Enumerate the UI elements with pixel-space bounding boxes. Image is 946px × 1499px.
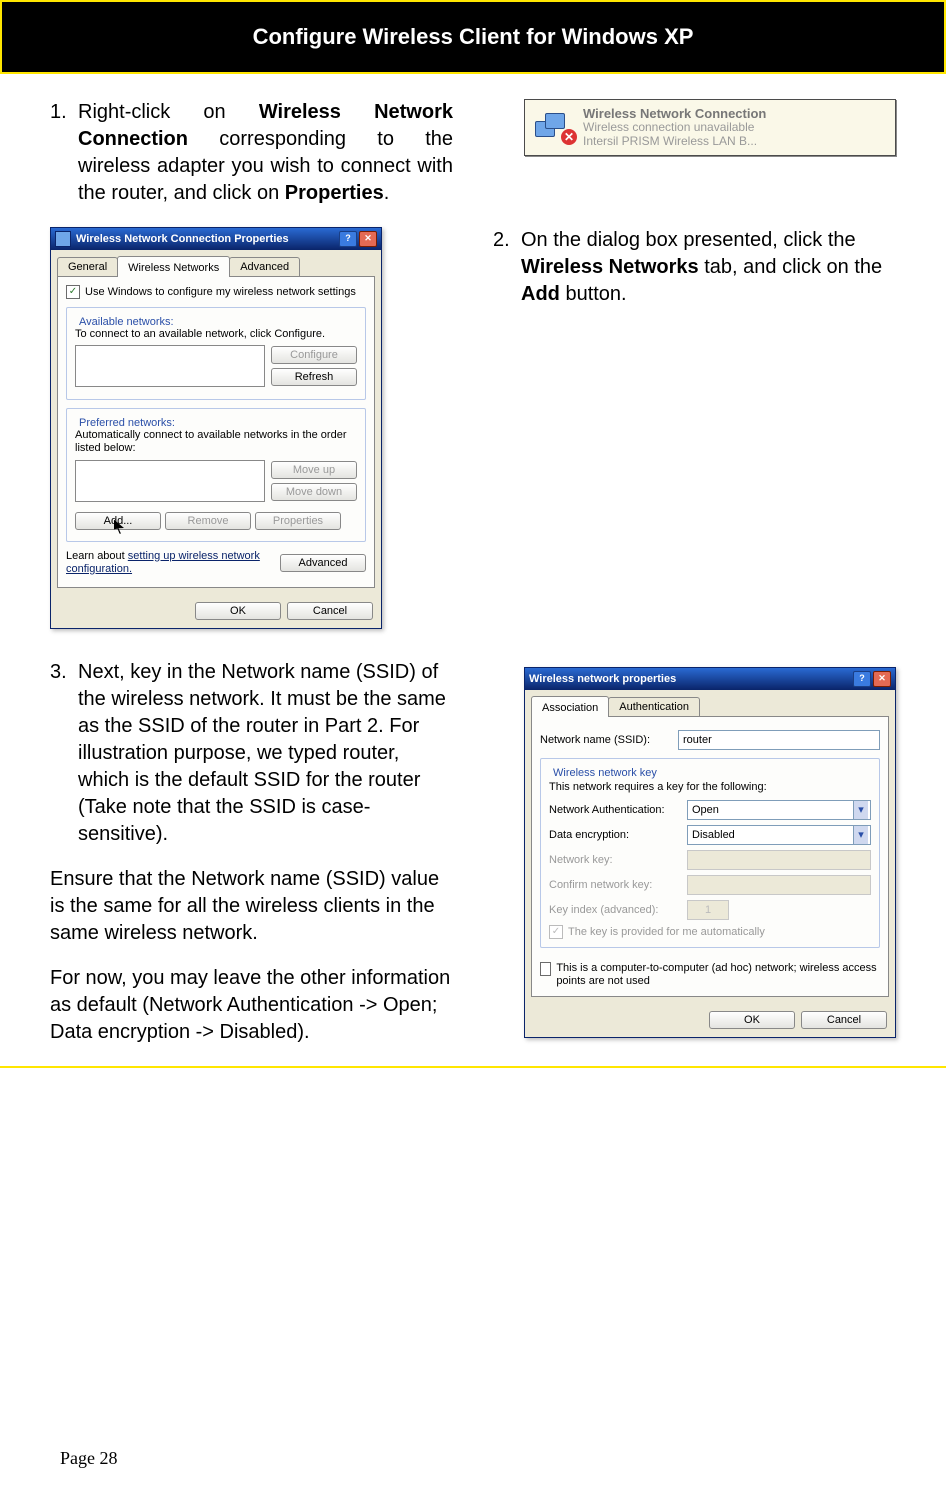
dlg1-title: Wireless Network Connection Properties bbox=[76, 233, 289, 245]
dlg1-titlebar: Wireless Network Connection Properties ?… bbox=[51, 228, 381, 250]
auth-select[interactable]: Open bbox=[687, 800, 871, 820]
step2-body: On the dialog box presented, click the W… bbox=[521, 227, 896, 308]
dlg1-body: ✓ Use Windows to configure my wireless n… bbox=[57, 276, 375, 588]
help-button[interactable]: ? bbox=[339, 231, 357, 247]
use-windows-checkbox[interactable]: ✓ Use Windows to configure my wireless n… bbox=[66, 285, 356, 299]
dlg1-col: Wireless Network Connection Properties ?… bbox=[50, 227, 453, 629]
checkbox-icon bbox=[540, 962, 551, 976]
adhoc-checkbox[interactable]: This is a computer-to-computer (ad hoc) … bbox=[540, 962, 880, 988]
ssid-input[interactable]: router bbox=[678, 730, 880, 750]
step3-body: Next, key in the Network name (SSID) of … bbox=[78, 659, 453, 848]
notif-title: Wireless Network Connection bbox=[583, 106, 766, 121]
ok-button[interactable]: OK bbox=[709, 1011, 795, 1029]
row-step2: Wireless Network Connection Properties ?… bbox=[50, 227, 896, 629]
learn-about-text: Learn about setting up wireless network … bbox=[66, 550, 272, 576]
confirm-key-label: Confirm network key: bbox=[549, 879, 679, 891]
section-title: Configure Wireless Client for Windows XP bbox=[2, 2, 944, 72]
preferred-networks-group: Preferred networks: Automatically connec… bbox=[66, 408, 366, 541]
ok-button[interactable]: OK bbox=[195, 602, 281, 620]
network-icon: ✕ bbox=[535, 111, 575, 143]
movedown-button[interactable]: Move down bbox=[271, 483, 357, 501]
step1-number: 1. bbox=[50, 99, 78, 207]
cancel-button[interactable]: Cancel bbox=[801, 1011, 887, 1029]
notif-line2: Intersil PRISM Wireless LAN B... bbox=[583, 135, 766, 149]
key-index-label: Key index (advanced): bbox=[549, 904, 679, 916]
systray-notification: ✕ Wireless Network Connection Wireless c… bbox=[524, 99, 896, 156]
step3-text-col: 3. Next, key in the Network name (SSID) … bbox=[50, 659, 453, 1046]
para-ssid-same: Ensure that the Network name (SSID) valu… bbox=[50, 866, 453, 947]
refresh-button[interactable]: Refresh bbox=[271, 368, 357, 386]
dlg2-titlebar: Wireless network properties ? ✕ bbox=[525, 668, 895, 690]
netkey-input bbox=[687, 850, 871, 870]
wireless-key-group: Wireless network key This network requir… bbox=[540, 758, 880, 948]
dlg2-body: Network name (SSID): router Wireless net… bbox=[531, 716, 889, 998]
systray-notif-col: ✕ Wireless Network Connection Wireless c… bbox=[493, 99, 896, 207]
advanced-button[interactable]: Advanced bbox=[280, 554, 366, 572]
section-header: Configure Wireless Client for Windows XP bbox=[0, 0, 946, 74]
auto-key-checkbox: ✓ The key is provided for me automatical… bbox=[549, 925, 765, 939]
help-button[interactable]: ? bbox=[853, 671, 871, 687]
checkbox-icon: ✓ bbox=[549, 925, 563, 939]
available-networks-group: Available networks: To connect to an ava… bbox=[66, 307, 366, 400]
available-networks-list[interactable] bbox=[75, 345, 265, 387]
dlg2-title: Wireless network properties bbox=[529, 673, 676, 685]
step1-body: Right-click on Wireless Network Connecti… bbox=[78, 99, 453, 207]
properties-button[interactable]: Properties bbox=[255, 512, 341, 530]
page-number: Page 28 bbox=[60, 1448, 118, 1469]
configure-button[interactable]: Configure bbox=[271, 346, 357, 364]
tab-authentication[interactable]: Authentication bbox=[608, 697, 700, 716]
row-step1: 1. Right-click on Wireless Network Conne… bbox=[50, 99, 896, 207]
tab-wireless-networks[interactable]: Wireless Networks bbox=[117, 256, 230, 277]
netkey-label: Network key: bbox=[549, 854, 679, 866]
dlg1-tabs: General Wireless Networks Advanced bbox=[51, 250, 381, 276]
tab-general[interactable]: General bbox=[57, 257, 118, 276]
key-index-spinner: 1 bbox=[687, 900, 729, 920]
checkbox-icon: ✓ bbox=[66, 285, 80, 299]
row-step3: 3. Next, key in the Network name (SSID) … bbox=[50, 659, 896, 1046]
enc-select[interactable]: Disabled bbox=[687, 825, 871, 845]
step3-number: 3. bbox=[50, 659, 78, 848]
step2-text-col: 2. On the dialog box presented, click th… bbox=[493, 227, 896, 629]
section-bottom-border bbox=[0, 1066, 946, 1068]
preferred-networks-list[interactable] bbox=[75, 460, 265, 502]
auth-label: Network Authentication: bbox=[549, 804, 679, 816]
moveup-button[interactable]: Move up bbox=[271, 461, 357, 479]
tab-advanced[interactable]: Advanced bbox=[229, 257, 300, 276]
add-button[interactable]: Add... bbox=[75, 512, 161, 530]
unavailable-badge-icon: ✕ bbox=[561, 129, 577, 145]
enc-label: Data encryption: bbox=[549, 829, 679, 841]
ssid-label: Network name (SSID): bbox=[540, 734, 670, 746]
cancel-button[interactable]: Cancel bbox=[287, 602, 373, 620]
notif-line1: Wireless connection unavailable bbox=[583, 121, 766, 135]
close-button[interactable]: ✕ bbox=[873, 671, 891, 687]
para-defaults: For now, you may leave the other informa… bbox=[50, 965, 453, 1046]
window-icon bbox=[55, 231, 71, 247]
remove-button[interactable]: Remove bbox=[165, 512, 251, 530]
step1-text-col: 1. Right-click on Wireless Network Conne… bbox=[50, 99, 453, 207]
dlg2-col: Wireless network properties ? ✕ Associat… bbox=[493, 659, 896, 1046]
close-button[interactable]: ✕ bbox=[359, 231, 377, 247]
confirm-key-input bbox=[687, 875, 871, 895]
connection-properties-dialog: Wireless Network Connection Properties ?… bbox=[50, 227, 382, 629]
wireless-network-properties-dialog: Wireless network properties ? ✕ Associat… bbox=[524, 667, 896, 1039]
dlg2-tabs: Association Authentication bbox=[525, 690, 895, 716]
step2-number: 2. bbox=[493, 227, 521, 308]
tab-association[interactable]: Association bbox=[531, 696, 609, 717]
